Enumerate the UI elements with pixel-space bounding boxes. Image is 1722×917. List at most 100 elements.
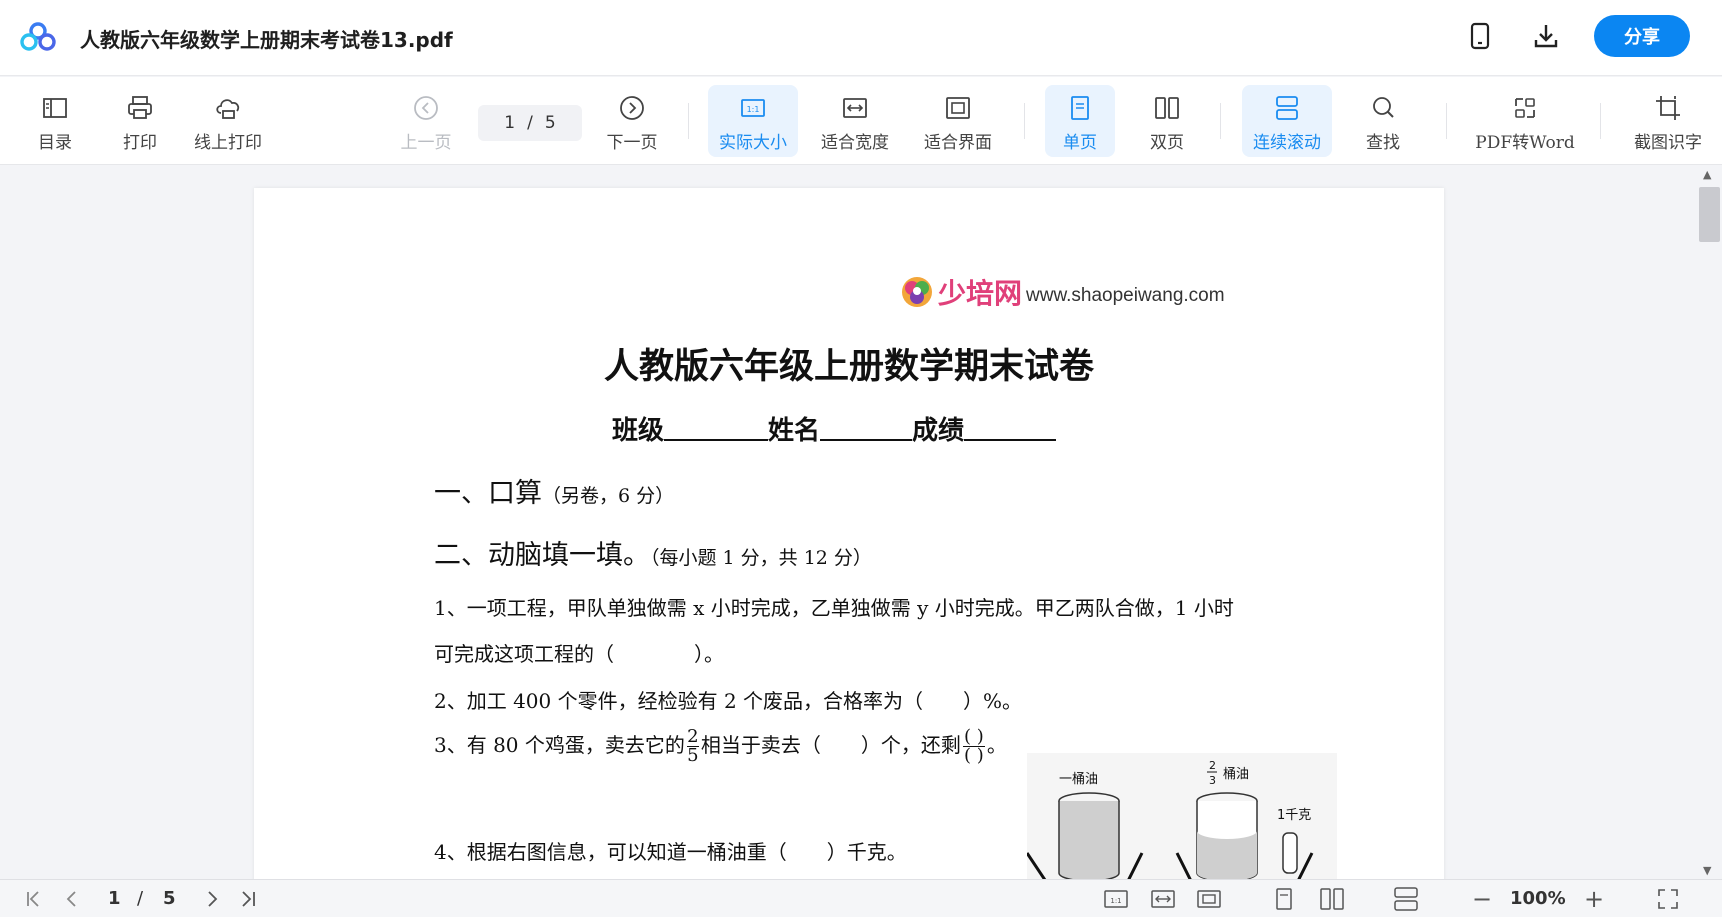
double-page-button[interactable]: 双页 <box>1132 85 1202 157</box>
search-icon <box>1373 97 1394 118</box>
double-page-icon <box>1155 97 1179 119</box>
svg-text:1:1: 1:1 <box>1110 897 1121 905</box>
divider <box>1600 103 1601 139</box>
toc-button[interactable]: 目录 <box>30 85 80 157</box>
fit-width-icon <box>843 98 867 118</box>
next-page-label: 下一页 <box>606 133 658 153</box>
name-field-label: 姓名 <box>768 416 821 446</box>
fraction-blank: ( )( ) <box>962 726 985 766</box>
double-page-label: 双页 <box>1150 133 1184 153</box>
section-1-heading: 一、口算（另卷，6 分） <box>434 478 675 509</box>
online-print-button[interactable]: 线上打印 <box>188 85 268 157</box>
toc-label: 目录 <box>38 133 72 153</box>
question-1-line-2: 可完成这项工程的（ ）。 <box>434 642 724 666</box>
crop-icon <box>1656 96 1680 120</box>
actual-size-label: 实际大小 <box>719 133 787 153</box>
continuous-scroll-label: 连续滚动 <box>1253 133 1321 153</box>
toolbar: 目录 打印 线上打印 上一页 下一页 1:1 实际大小 适合宽度 适合界面 单页… <box>0 77 1722 165</box>
print-button[interactable]: 打印 <box>115 85 165 157</box>
student-info-fields: 班级 姓名 成绩 <box>612 410 1057 447</box>
scroll-up-icon[interactable]: ▲ <box>1703 168 1711 181</box>
total-pages: 5 <box>544 113 556 133</box>
question-1-line-1: 1、一项工程，甲队单独做需 x 小时完成，乙单独做需 y 小时完成。甲乙两队合做… <box>434 596 1234 620</box>
pdf-to-word-label: PDF转Word <box>1475 133 1575 153</box>
single-page-icon <box>1071 96 1089 120</box>
scroll-down-icon[interactable]: ▼ <box>1703 864 1711 877</box>
exam-title: 人教版六年级上册数学期末试卷 <box>603 346 1094 387</box>
printer-icon <box>128 96 152 119</box>
class-field-label: 班级 <box>612 416 665 446</box>
mobile-icon[interactable] <box>1464 20 1496 52</box>
prev-page-label: 上一页 <box>400 133 452 153</box>
status-current-page[interactable]: 1 <box>108 888 121 909</box>
question-3: 3、有 80 个鸡蛋，卖去它的 2 5 相当于卖去（ ）个，还剩( )( )。 <box>434 726 1007 766</box>
fit-width-button[interactable]: 适合宽度 <box>815 85 895 157</box>
share-button[interactable]: 分享 <box>1594 15 1690 57</box>
next-page-button[interactable]: 下一页 <box>604 85 660 157</box>
score-blank <box>964 439 1057 441</box>
divider <box>1446 103 1447 139</box>
single-page-button[interactable]: 单页 <box>1045 85 1115 157</box>
fullscreen-icon[interactable] <box>1655 886 1681 912</box>
svg-text:2: 2 <box>1209 759 1216 772</box>
figure-label-right: 桶油 <box>1223 767 1249 782</box>
search-label: 查找 <box>1366 133 1400 153</box>
question-2: 2、加工 400 个零件，经检验有 2 个废品，合格率为（ ）%。 <box>434 689 1023 713</box>
first-page-icon[interactable] <box>22 886 46 912</box>
status-total-pages: 5 <box>163 888 176 909</box>
double-page-icon[interactable] <box>1318 886 1346 912</box>
name-blank <box>820 439 913 441</box>
page-number-input[interactable]: 1 / 5 <box>478 105 582 141</box>
figure-weight-label: 1千克 <box>1277 808 1311 823</box>
title-bar: 人教版六年级数学上册期末考试卷13.pdf 分享 <box>0 0 1722 76</box>
convert-icon <box>1515 98 1535 118</box>
fit-screen-button[interactable]: 适合界面 <box>918 85 998 157</box>
screenshot-ocr-button[interactable]: 截图识字 <box>1628 85 1708 157</box>
app-logo-icon <box>20 22 56 52</box>
brand-url: www.shaopeiwang.com <box>1026 285 1225 306</box>
online-print-label: 线上打印 <box>194 133 262 153</box>
chevron-right-circle-icon <box>620 96 644 120</box>
previous-page-icon[interactable] <box>60 886 84 912</box>
actual-size-button[interactable]: 1:1 实际大小 <box>708 85 798 157</box>
continuous-scroll-icon[interactable] <box>1392 886 1420 912</box>
divider <box>688 103 689 139</box>
scrollbar-thumb[interactable] <box>1699 187 1720 242</box>
last-page-icon[interactable] <box>236 886 260 912</box>
actual-size-icon: 1:1 <box>741 99 765 117</box>
continuous-scroll-button[interactable]: 连续滚动 <box>1242 85 1332 157</box>
status-page-separator: / <box>137 888 144 909</box>
print-label: 打印 <box>123 133 157 153</box>
actual-size-icon[interactable]: 1:1 <box>1103 886 1129 912</box>
zoom-out-icon[interactable]: − <box>1470 885 1494 913</box>
zoom-in-icon[interactable]: + <box>1582 885 1606 913</box>
status-bar: 1 / 5 1:1 − 100% + <box>0 879 1722 917</box>
svg-text:1:1: 1:1 <box>747 105 760 114</box>
cloud-print-icon <box>216 99 240 119</box>
fraction: 25 <box>686 726 699 766</box>
document-viewer[interactable]: 少培网 www.shaopeiwang.com 人教版六年级上册数学期末试卷 班… <box>0 166 1722 879</box>
brand-logo: 少培网 www.shaopeiwang.com <box>900 272 1225 312</box>
fit-width-label: 适合宽度 <box>821 133 889 153</box>
vertical-scrollbar[interactable]: ▲ ▼ <box>1697 166 1722 879</box>
sidebar-icon <box>43 98 67 118</box>
figure-label-left: 一桶油 <box>1059 772 1098 787</box>
search-button[interactable]: 查找 <box>1348 85 1418 157</box>
page-separator: / <box>527 113 533 133</box>
current-page: 1 <box>504 113 516 133</box>
next-page-icon[interactable] <box>200 886 224 912</box>
download-icon[interactable] <box>1530 20 1562 52</box>
document-title: 人教版六年级数学上册期末考试卷13.pdf <box>80 28 453 52</box>
single-page-icon[interactable] <box>1273 886 1295 912</box>
fit-screen-label: 适合界面 <box>924 133 992 153</box>
zoom-level[interactable]: 100% <box>1510 888 1566 909</box>
fit-screen-icon <box>946 97 970 119</box>
fit-screen-icon[interactable] <box>1196 886 1222 912</box>
question-4: 4、根据右图信息，可以知道一桶油重（ ）千克。 <box>434 840 907 864</box>
pdf-to-word-button[interactable]: PDF转Word <box>1470 85 1580 157</box>
divider <box>1220 103 1221 139</box>
prev-page-button[interactable]: 上一页 <box>398 85 454 157</box>
continuous-scroll-icon <box>1276 96 1298 120</box>
class-blank <box>664 439 769 441</box>
fit-width-icon[interactable] <box>1150 886 1176 912</box>
